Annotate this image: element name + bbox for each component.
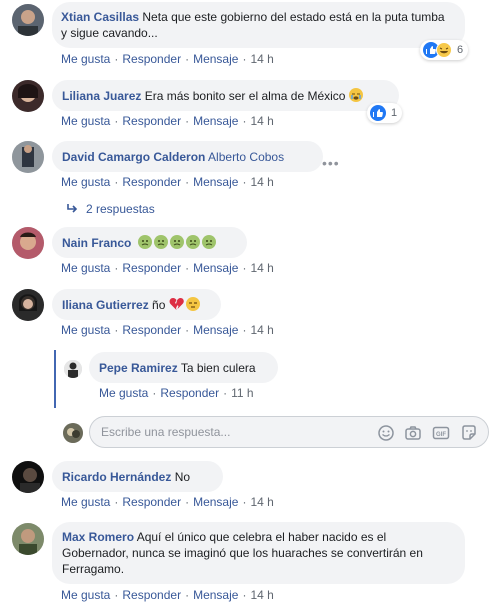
comment-actions: Me gusta · Responder · Mensaje · 14 h [61, 495, 274, 509]
more-options-icon[interactable]: ••• [322, 155, 340, 171]
reply-link[interactable]: Responder [122, 114, 181, 128]
comment-author[interactable]: Iliana Gutierrez [62, 298, 149, 312]
comment-actions: Me gusta · Responder · Mensaje · 14 h [61, 175, 274, 189]
message-link[interactable]: Mensaje [193, 175, 238, 189]
comment-actions: Me gusta · Responder · 11 h [99, 386, 254, 400]
comment-time[interactable]: 14 h [250, 261, 273, 275]
like-link[interactable]: Me gusta [61, 495, 110, 509]
comment-text: Era más bonito ser el alma de México [144, 89, 346, 103]
reply-input[interactable] [101, 425, 361, 439]
message-link[interactable]: Mensaje [193, 495, 238, 509]
nauseated-face-emoji-icon [137, 235, 152, 249]
comment-actions: Me gusta · Responder · Mensaje · 14 h [61, 261, 274, 275]
avatar[interactable] [12, 227, 44, 259]
comment-time[interactable]: 14 h [250, 495, 273, 509]
view-replies-link[interactable]: 2 respuestas [66, 202, 155, 216]
reply-link[interactable]: Responder [160, 386, 219, 400]
broken-heart-emoji-icon [169, 297, 184, 311]
comment-bubble: Pepe Ramirez Ta bien culera [89, 352, 278, 383]
avatar[interactable] [12, 80, 44, 112]
reply-input-box[interactable]: GIF [89, 416, 489, 448]
reply-link[interactable]: Responder [122, 323, 181, 337]
reply-link[interactable]: Responder [122, 261, 181, 275]
comment-time[interactable]: 14 h [250, 114, 273, 128]
comment-author[interactable]: Nain Franco [62, 236, 131, 250]
avatar[interactable] [12, 289, 44, 321]
comment-author[interactable]: Pepe Ramirez [99, 361, 178, 375]
avatar[interactable] [12, 4, 44, 36]
avatar[interactable] [12, 523, 44, 555]
reply-link[interactable]: Responder [122, 495, 181, 509]
message-link[interactable]: Mensaje [193, 261, 238, 275]
like-link[interactable]: Me gusta [61, 261, 110, 275]
comment-text: ño [152, 298, 166, 312]
avatar[interactable] [12, 461, 44, 493]
nauseated-face-emoji-icon [169, 235, 184, 249]
message-link[interactable]: Mensaje [193, 114, 238, 128]
comment-bubble: Nain Franco [52, 227, 247, 258]
comment-author[interactable]: Xtian Casillas [61, 10, 139, 24]
comment-author[interactable]: Ricardo Hernández [62, 470, 171, 484]
comment-time[interactable]: 14 h [250, 323, 273, 337]
like-link[interactable]: Me gusta [99, 386, 148, 400]
comment-bubble: Iliana Gutierrez ño [52, 289, 221, 320]
comment-text: Ta bien culera [180, 361, 256, 375]
comment-bubble: Xtian Casillas Neta que este gobierno de… [52, 2, 465, 48]
message-link[interactable]: Mensaje [193, 52, 238, 66]
comment-text: No [174, 470, 191, 484]
reply-link[interactable]: Responder [122, 52, 181, 66]
reactions-count: 6 [457, 44, 464, 56]
like-icon [370, 105, 386, 121]
comment-bubble: David Camargo Calderon Alberto Cobos [52, 141, 323, 172]
camera-icon[interactable] [404, 424, 422, 442]
comment-actions: Me gusta · Responder · Mensaje · 14 h [61, 114, 274, 128]
comment-actions: Me gusta · Responder · Mensaje · 14 h [61, 52, 274, 66]
crying-face-emoji-icon [348, 88, 363, 102]
like-link[interactable]: Me gusta [61, 588, 110, 602]
like-link[interactable]: Me gusta [61, 175, 110, 189]
unamused-face-emoji-icon [185, 297, 200, 311]
comment-bubble: Ricardo Hernández No [52, 461, 223, 492]
current-user-avatar [63, 423, 83, 443]
gif-icon[interactable]: GIF [432, 424, 450, 442]
comment-time[interactable]: 14 h [250, 52, 273, 66]
reactions-count: 1 [391, 107, 398, 119]
avatar[interactable] [64, 360, 82, 378]
svg-text:GIF: GIF [436, 432, 446, 438]
comment-time[interactable]: 14 h [250, 175, 273, 189]
nauseated-face-emoji-icon [201, 235, 216, 249]
like-link[interactable]: Me gusta [61, 52, 110, 66]
mention-link[interactable]: Alberto Cobos [208, 150, 284, 164]
reply-arrow-icon [67, 204, 78, 213]
replies-count-label[interactable]: 2 respuestas [86, 202, 155, 216]
like-link[interactable]: Me gusta [61, 323, 110, 337]
nauseated-face-emoji-icon [153, 235, 168, 249]
comment-author[interactable]: Liliana Juarez [62, 89, 141, 103]
reply-link[interactable]: Responder [122, 175, 181, 189]
comment-time[interactable]: 14 h [250, 588, 273, 602]
avatar[interactable] [12, 141, 44, 173]
comment-bubble: Liliana Juarez Era más bonito ser el alm… [52, 80, 399, 111]
reactions-badge[interactable]: 1 [367, 103, 403, 123]
like-link[interactable]: Me gusta [61, 114, 110, 128]
comment-actions: Me gusta · Responder · Mensaje · 14 h [61, 323, 274, 337]
comment-author[interactable]: Max Romero [62, 530, 134, 544]
reactions-badge[interactable]: 6 [420, 40, 469, 60]
comment-time[interactable]: 11 h [231, 386, 253, 400]
nauseated-face-emoji-icon [185, 235, 200, 249]
comment-actions: Me gusta · Responder · Mensaje · 14 h [61, 588, 274, 602]
message-link[interactable]: Mensaje [193, 588, 238, 602]
reply-link[interactable]: Responder [122, 588, 181, 602]
haha-icon [436, 42, 452, 58]
comment-author[interactable]: David Camargo Calderon [62, 150, 205, 164]
message-link[interactable]: Mensaje [193, 323, 238, 337]
emoji-icon[interactable] [377, 424, 395, 442]
comment-bubble: Max Romero Aquí el único que celebra el … [52, 522, 465, 584]
sticker-icon[interactable] [460, 424, 478, 442]
reply-thread-line [54, 350, 56, 408]
